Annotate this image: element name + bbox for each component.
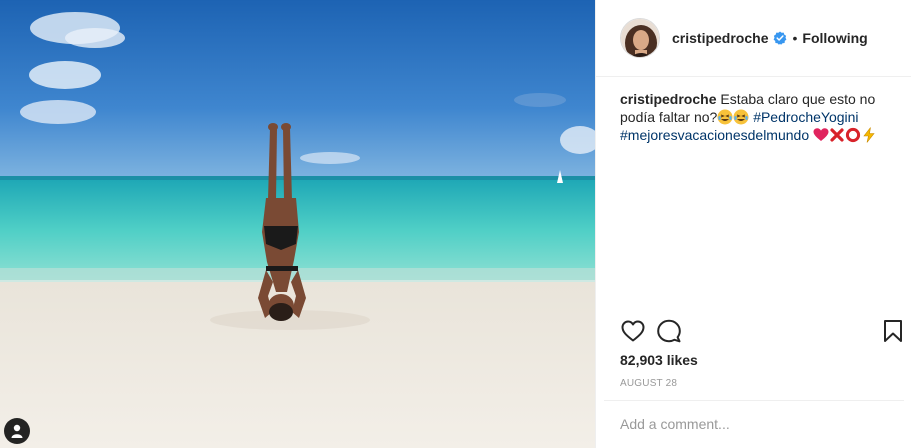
verified-badge-icon <box>773 31 787 45</box>
post-caption: cristipedroche Estaba claro que esto no … <box>620 90 890 144</box>
post-actions <box>620 318 906 344</box>
heart-outline-icon[interactable] <box>620 318 646 344</box>
username-link[interactable]: cristipedroche <box>672 30 768 46</box>
likes-count[interactable]: 82,903 likes <box>620 352 698 368</box>
bookmark-icon[interactable] <box>880 318 906 344</box>
laughing-emoji-icon <box>717 109 733 125</box>
post-photo[interactable] <box>0 0 595 448</box>
post-date[interactable]: AUGUST 28 <box>620 378 677 389</box>
separator-dot: • <box>792 30 798 46</box>
speech-bubble-icon[interactable] <box>656 318 682 344</box>
cross-mark-emoji-icon <box>829 127 845 143</box>
following-button[interactable]: Following <box>802 30 867 46</box>
tagged-user-icon[interactable] <box>4 418 30 444</box>
avatar[interactable] <box>620 18 660 58</box>
post-header: cristipedroche • Following <box>596 0 911 77</box>
red-heart-emoji-icon <box>813 127 829 143</box>
hashtag-link[interactable]: #PedrocheYogini <box>753 109 858 125</box>
lightning-emoji-icon <box>861 127 877 143</box>
post-sidebar: cristipedroche • Following cristipedroch… <box>595 0 911 448</box>
hollow-circle-emoji-icon <box>845 127 861 143</box>
caption-username[interactable]: cristipedroche <box>620 91 716 107</box>
divider <box>604 400 904 401</box>
laughing-emoji-icon <box>733 109 749 125</box>
comment-input[interactable] <box>620 412 890 436</box>
hashtag-link[interactable]: #mejoresvacacionesdelmundo <box>620 127 809 143</box>
beach-headstand-image <box>0 0 595 448</box>
